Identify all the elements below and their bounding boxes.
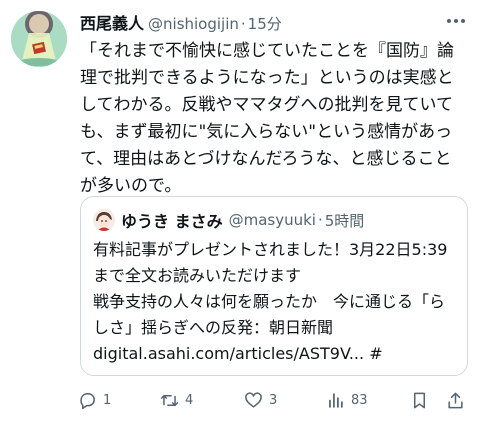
like-count: 3	[269, 392, 278, 408]
quoted-author-display-name: ゆうき まさみ	[121, 212, 223, 231]
tweet-text: 「それまで不愉快に感じていたことを『国防』論理で批判できるようになった」というの…	[80, 41, 454, 196]
reply-count: 1	[103, 392, 112, 408]
retweet-count: 4	[185, 392, 194, 408]
retweet-icon	[160, 394, 179, 406]
share-button[interactable]	[446, 388, 465, 412]
author-handle[interactable]: @nishiogijin	[148, 15, 239, 32]
more-options-button[interactable]	[444, 10, 468, 32]
reply-icon	[80, 392, 95, 409]
quoted-separator-dot: ·	[317, 211, 323, 229]
quoted-tweet-text: 有料記事がプレゼントされました！3月22日5:39まで全文お読みいただけます 戦…	[93, 240, 448, 363]
views-icon	[329, 392, 343, 408]
quoted-timestamp: 5時間	[324, 211, 365, 230]
share-icon	[448, 392, 463, 408]
author-display-name[interactable]: 西尾義人	[80, 10, 144, 32]
like-button[interactable]: 3	[244, 388, 277, 412]
bookmark-button[interactable]	[410, 388, 429, 412]
tweet-card: 西尾義人 @nishiogijin · 15分 「それまで不愉快に感じていたこと…	[0, 0, 480, 424]
tweet-header: 西尾義人 @nishiogijin · 15分	[80, 10, 440, 32]
retweet-button[interactable]: 4	[160, 388, 193, 412]
author-avatar[interactable]	[11, 11, 67, 67]
tweet-actions-bar: 1 4 3 83	[78, 388, 470, 412]
quoted-author-avatar	[93, 209, 115, 231]
bookmark-icon	[413, 392, 426, 408]
heart-icon	[245, 391, 262, 408]
tweet-timestamp[interactable]: 15分	[248, 13, 282, 32]
views-button[interactable]: 83	[326, 388, 368, 412]
more-horizontal-icon	[447, 19, 465, 23]
quoted-author-handle: @masyuuki	[228, 211, 316, 229]
reply-button[interactable]: 1	[78, 388, 111, 412]
quoted-tweet[interactable]: ゆうき まさみ @masyuuki · 5時間 有料記事がプレゼントされました！…	[80, 196, 468, 376]
separator-dot: ·	[240, 15, 246, 32]
views-count: 83	[351, 392, 368, 408]
quoted-tweet-header: ゆうき まさみ @masyuuki · 5時間	[93, 209, 457, 231]
